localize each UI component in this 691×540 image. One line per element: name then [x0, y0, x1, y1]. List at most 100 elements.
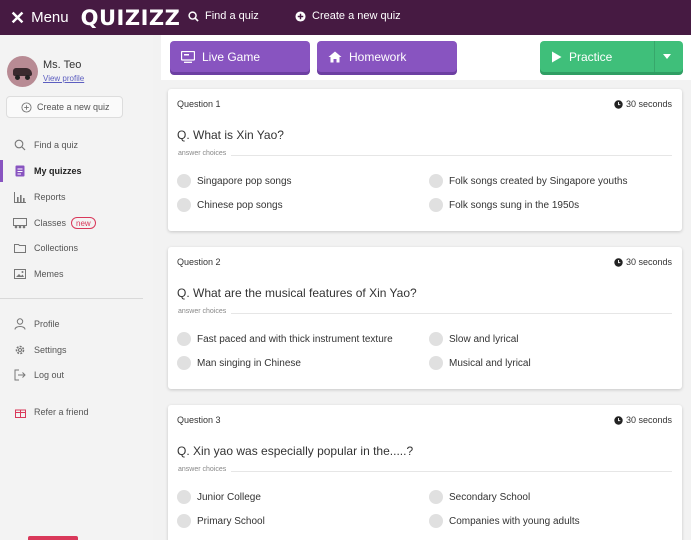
radio-dot: [429, 174, 443, 188]
gift-icon: [13, 405, 27, 419]
answer-option: Chinese pop songs: [177, 198, 283, 212]
top-bar: ✕ Menu QUIZIZZ Find a quiz Create a new …: [0, 0, 691, 35]
sidebar-item-label: Reports: [34, 192, 66, 202]
answer-option-label: Chinese pop songs: [197, 199, 283, 211]
answer-option: Fast paced and with thick instrument tex…: [177, 332, 393, 346]
question-time-label: 30 seconds: [625, 99, 672, 109]
sidebar-item-collections[interactable]: Collections: [0, 237, 153, 259]
view-profile-link[interactable]: View profile: [43, 74, 84, 83]
sidebar-item-label: Profile: [34, 319, 60, 329]
question-number: Question 2: [177, 257, 221, 267]
radio-dot: [177, 490, 191, 504]
sidebar-item-classes[interactable]: Classes new: [0, 212, 153, 234]
plus-circle-icon: [295, 10, 306, 22]
create-quiz-button-label: Create a new quiz: [37, 102, 110, 112]
answer-option: Man singing in Chinese: [177, 356, 301, 370]
folder-icon: [13, 241, 27, 255]
search-icon: [188, 10, 199, 22]
close-icon: ✕: [10, 7, 26, 28]
sidebar-item-logout[interactable]: Log out: [0, 364, 153, 386]
answer-choices-label: answer choices: [178, 150, 232, 157]
question-card: Question 3 30 seconds Q. Xin yao was esp…: [168, 405, 682, 540]
practice-label: Practice: [569, 49, 613, 64]
answer-divider: [178, 313, 672, 314]
question-time: 30 seconds: [614, 415, 672, 425]
radio-dot: [177, 514, 191, 528]
answer-option: Junior College: [177, 490, 261, 504]
sidebar-item-settings[interactable]: Settings: [0, 339, 153, 361]
answer-choices-label: answer choices: [178, 466, 232, 473]
radio-dot: [177, 174, 191, 188]
radio-dot: [429, 332, 443, 346]
live-game-button[interactable]: Live Game: [170, 41, 310, 72]
play-icon: [552, 51, 562, 62]
clock-icon: [614, 257, 623, 267]
question-time-label: 30 seconds: [625, 257, 672, 267]
answer-option: Musical and lyrical: [429, 356, 531, 370]
question-text: Q. What are the musical features of Xin …: [177, 286, 417, 300]
menu-button[interactable]: ✕ Menu: [10, 9, 69, 27]
quizizz-logo[interactable]: QUIZIZZ: [81, 6, 181, 30]
sidebar-divider: [0, 298, 143, 299]
sidebar-item-label: Log out: [34, 370, 65, 380]
sidebar-item-label: My quizzes: [34, 166, 82, 176]
answer-option: Folk songs sung in the 1950s: [429, 198, 579, 212]
sidebar-item-label: Classes: [34, 218, 67, 228]
sidebar-bottom-tab[interactable]: [28, 536, 78, 540]
question-time: 30 seconds: [614, 257, 672, 267]
action-bar: Live Game Homework Practice: [161, 35, 691, 80]
radio-dot: [429, 356, 443, 370]
answer-option-label: Junior College: [197, 491, 261, 503]
radio-dot: [177, 332, 191, 346]
question-number: Question 1: [177, 99, 221, 109]
answer-option-label: Slow and lyrical: [449, 333, 519, 345]
radio-dot: [429, 198, 443, 212]
radio-dot: [429, 490, 443, 504]
answer-divider: [178, 471, 672, 472]
question-time: 30 seconds: [614, 99, 672, 109]
sidebar-item-my-quizzes[interactable]: My quizzes: [0, 160, 153, 182]
homework-button[interactable]: Homework: [317, 41, 457, 72]
practice-separator: [654, 41, 655, 72]
create-quiz-button[interactable]: Create a new quiz: [6, 96, 123, 118]
clock-icon: [614, 415, 623, 425]
sidebar-item-refer-friend[interactable]: Refer a friend: [0, 401, 153, 423]
sidebar-item-memes[interactable]: Memes: [0, 263, 153, 285]
question-card: Question 2 30 seconds Q. What are the mu…: [168, 247, 682, 389]
answer-option-label: Musical and lyrical: [449, 357, 531, 369]
answer-option-label: Secondary School: [449, 491, 531, 503]
homework-label: Homework: [349, 49, 407, 64]
classroom-icon: [13, 216, 27, 230]
search-icon: [13, 138, 27, 152]
home-icon: [328, 51, 342, 62]
sidebar-item-label: Collections: [34, 243, 79, 253]
menu-label: Menu: [31, 9, 69, 26]
answer-option: Singapore pop songs: [177, 174, 292, 188]
question-time-label: 30 seconds: [625, 415, 672, 425]
radio-dot: [429, 514, 443, 528]
radio-dot: [177, 198, 191, 212]
sidebar-item-label: Refer a friend: [34, 407, 89, 417]
sidebar-item-profile[interactable]: Profile: [0, 313, 153, 335]
bar-chart-icon: [13, 190, 27, 204]
answer-option-label: Fast paced and with thick instrument tex…: [197, 333, 393, 345]
document-icon: [13, 164, 27, 178]
answer-choices-label: answer choices: [178, 308, 232, 315]
sidebar-item-reports[interactable]: Reports: [0, 186, 153, 208]
chevron-down-icon[interactable]: [663, 54, 671, 59]
answer-divider: [178, 155, 672, 156]
practice-button[interactable]: Practice: [540, 41, 683, 72]
answer-option: Slow and lyrical: [429, 332, 518, 346]
sidebar-item-label: Memes: [34, 269, 64, 279]
create-quiz-link[interactable]: Create a new quiz: [295, 10, 401, 22]
logout-icon: [13, 368, 27, 382]
live-game-label: Live Game: [202, 49, 261, 64]
sidebar-item-find-quiz[interactable]: Find a quiz: [0, 134, 153, 156]
gear-icon: [13, 343, 27, 357]
create-quiz-label: Create a new quiz: [312, 10, 401, 22]
answer-option-label: Singapore pop songs: [197, 175, 292, 187]
avatar[interactable]: [7, 56, 38, 87]
answer-option-label: Folk songs created by Singapore youths: [449, 175, 628, 187]
answer-option-label: Primary School: [197, 515, 265, 527]
find-quiz-link[interactable]: Find a quiz: [188, 10, 259, 22]
